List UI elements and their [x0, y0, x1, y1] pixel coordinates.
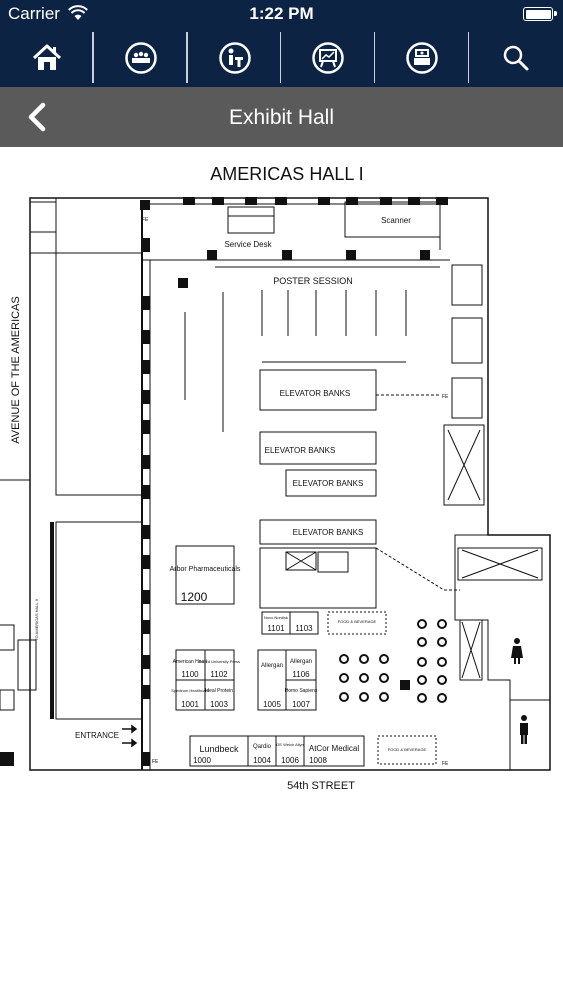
avenue-label: AVENUE OF THE AMERICAS [10, 296, 22, 444]
booth-1005[interactable]: Allergan 1005 [261, 663, 283, 709]
battery-icon [523, 7, 557, 21]
svg-text:Oxford University Press: Oxford University Press [198, 659, 240, 664]
nav-posters-button[interactable] [281, 28, 376, 87]
svg-text:1000: 1000 [193, 756, 211, 765]
booth-1004[interactable]: Qardio 1004 [253, 744, 272, 765]
poster-icon [312, 41, 345, 74]
svg-text:Homo Sapiens: Homo Sapiens [285, 688, 318, 694]
nav-exhibitors-button[interactable] [375, 28, 469, 87]
app-header: Carrier 1:22 PM [0, 0, 563, 87]
fe-label-3: FE [152, 759, 159, 765]
booth-1001[interactable]: Spectrum Healthcare 1001 [171, 688, 209, 709]
fe-label-4: FE [442, 761, 449, 767]
booth-1101[interactable]: Novo Nordisk 1101 [264, 615, 288, 633]
nav-sessions-button[interactable] [94, 28, 188, 87]
title-bar: Exhibit Hall [0, 87, 563, 147]
entrance-label: ENTRANCE [75, 731, 119, 740]
to-americas-hall-label: TO AMERICAS HALL II [34, 599, 39, 641]
street-bottom-label: 54th STREET [287, 780, 355, 792]
food-beverage-label-1: FOOD & BEVERAGE [338, 619, 377, 624]
svg-text:Ideal Protein: Ideal Protein [205, 688, 233, 694]
exhibitor-icon [406, 41, 438, 74]
booth-1200[interactable]: Arbor Pharmaceuticals 1200 [170, 566, 241, 604]
elevator-banks-label-4: ELEVATOR BANKS [293, 528, 364, 537]
restroom-icon [511, 638, 528, 744]
elevator-banks-label-2: ELEVATOR BANKS [265, 446, 336, 455]
sessions-icon [124, 41, 157, 74]
svg-text:Spectrum Healthcare: Spectrum Healthcare [171, 688, 209, 693]
svg-text:1106: 1106 [292, 670, 310, 679]
svg-text:1005: 1005 [263, 700, 281, 709]
svg-text:1103: 1103 [295, 624, 313, 633]
svg-text:1001: 1001 [181, 700, 199, 709]
booth-1106[interactable]: Allergan 1106 [290, 659, 312, 679]
service-desk-label: Service Desk [224, 240, 272, 249]
booth-1006[interactable]: GE Welch Allyn 1006 [276, 742, 304, 765]
svg-text:1101: 1101 [267, 624, 285, 633]
hall-title: AMERICAS HALL I [210, 164, 363, 184]
nav-home-button[interactable] [0, 28, 94, 87]
floor-plan[interactable]: AMERICAS HALL I Scanner Service Desk POS… [0, 147, 563, 1000]
svg-text:1004: 1004 [253, 756, 271, 765]
svg-text:Allergan: Allergan [261, 663, 283, 669]
speaker-icon [218, 41, 251, 74]
svg-text:1102: 1102 [210, 670, 228, 679]
poster-session-label: POSTER SESSION [273, 276, 353, 286]
svg-text:1006: 1006 [281, 756, 299, 765]
svg-text:1003: 1003 [210, 700, 228, 709]
svg-text:1200: 1200 [181, 590, 208, 604]
search-icon [503, 45, 529, 70]
svg-text:AtCor Medical: AtCor Medical [309, 744, 359, 753]
elevator-banks-label-3: ELEVATOR BANKS [293, 479, 364, 488]
svg-text:Novo Nordisk: Novo Nordisk [264, 615, 288, 620]
nav-bar [0, 28, 563, 87]
booth-1008[interactable]: AtCor Medical 1008 [309, 744, 359, 765]
floor-map[interactable]: AMERICAS HALL I Scanner Service Desk POS… [0, 147, 563, 1000]
home-icon [32, 44, 61, 70]
booth-1003[interactable]: Ideal Protein 1003 [205, 688, 233, 709]
svg-text:Qardio: Qardio [253, 744, 272, 750]
nav-speakers-button[interactable] [188, 28, 282, 87]
fe-label-2: FE [442, 394, 449, 400]
booth-1103[interactable]: 1103 [295, 624, 313, 633]
fe-label-1: FE [142, 217, 149, 223]
scanner-label: Scanner [381, 216, 411, 225]
svg-text:GE Welch Allyn: GE Welch Allyn [276, 742, 304, 747]
elevator-banks-label-1: ELEVATOR BANKS [280, 389, 351, 398]
status-time: 1:22 PM [249, 4, 314, 23]
svg-text:1008: 1008 [309, 756, 327, 765]
svg-text:Lundbeck: Lundbeck [199, 744, 239, 754]
status-bar: Carrier 1:22 PM [0, 0, 563, 28]
nav-search-button[interactable] [469, 28, 563, 87]
svg-text:1100: 1100 [181, 670, 199, 679]
svg-text:Arbor Pharmaceuticals: Arbor Pharmaceuticals [170, 566, 241, 573]
booth-1000[interactable]: Lundbeck 1000 [193, 744, 239, 765]
svg-text:Allergan: Allergan [290, 659, 312, 665]
svg-text:1007: 1007 [292, 700, 310, 709]
booth-1007[interactable]: Homo Sapiens 1007 [285, 688, 318, 709]
page-title: Exhibit Hall [228, 106, 335, 129]
food-beverage-label-2: FOOD & BEVERAGE [388, 747, 427, 752]
